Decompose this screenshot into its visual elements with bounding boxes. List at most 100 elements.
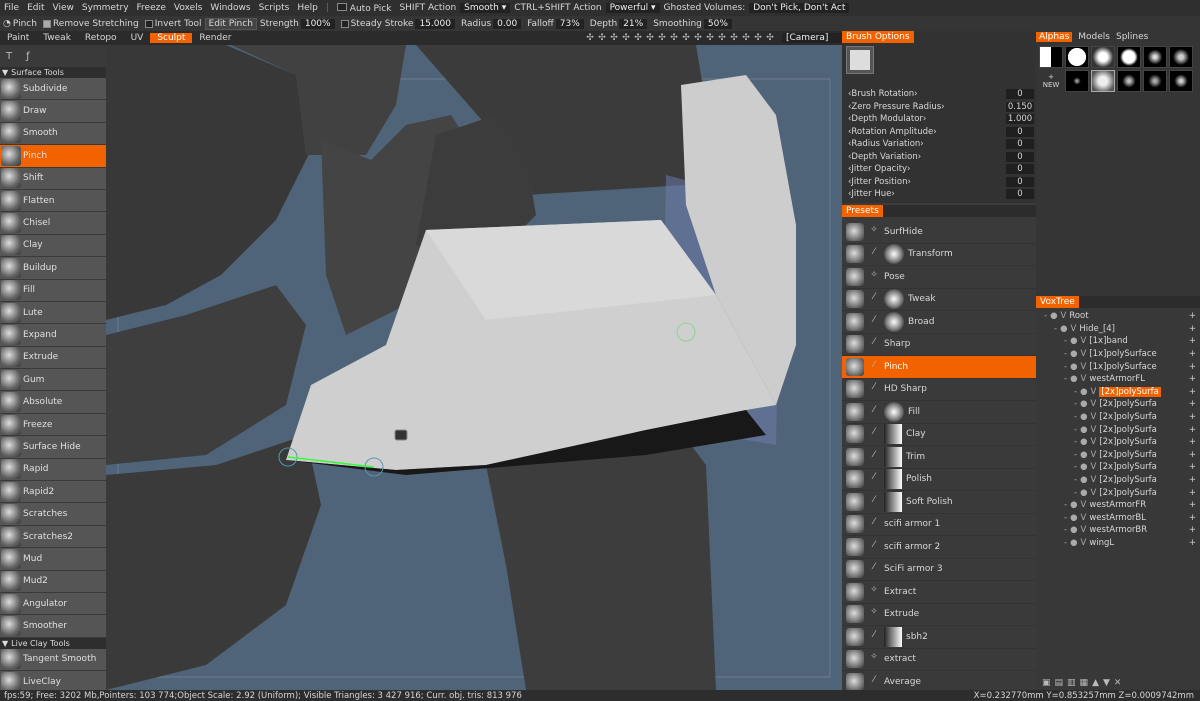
scale-icon[interactable]: ✣ <box>608 33 620 43</box>
text-tool-icon[interactable]: T <box>6 51 12 62</box>
layer-name[interactable]: Hide_[4] <box>1079 324 1115 334</box>
option-value[interactable]: 0 <box>1006 89 1034 100</box>
voxtree-item[interactable]: - ● V [2x]polySurfa + <box>1036 474 1200 487</box>
option-value[interactable]: 0 <box>1006 151 1034 162</box>
add-child-icon[interactable]: + <box>1189 349 1196 359</box>
merge-icon[interactable]: ▦ <box>1080 678 1089 688</box>
tool-gum[interactable]: Gum <box>0 369 106 392</box>
add-child-icon[interactable]: + <box>1189 525 1196 535</box>
tool-draw[interactable]: Draw <box>0 100 106 123</box>
layer-name[interactable]: [1x]polySurface <box>1089 349 1156 359</box>
tool-absolute[interactable]: Absolute <box>0 391 106 414</box>
add-child-icon[interactable]: + <box>1189 450 1196 460</box>
menu-freeze[interactable]: Freeze <box>133 3 170 13</box>
tool-lute[interactable]: Lute <box>0 301 106 325</box>
layer-name[interactable]: westArmorBR <box>1089 525 1147 535</box>
layer-name[interactable]: [2x]polySurfa <box>1099 437 1157 447</box>
add-child-icon[interactable]: + <box>1189 538 1196 548</box>
alpha-thumb[interactable] <box>1143 70 1167 92</box>
smoothing-slider[interactable]: Smoothing 50% <box>650 18 735 29</box>
layer-name[interactable]: [2x]polySurfa <box>1099 412 1157 422</box>
expand-icon[interactable]: - <box>1074 387 1077 397</box>
voxtree-item[interactable]: - ● VwestArmorBR + <box>1036 524 1200 537</box>
strength-slider[interactable]: Strength 100% <box>257 18 338 29</box>
visibility-eye-icon[interactable]: ● <box>1070 513 1077 523</box>
preset-broad[interactable]: ⁄ Broad <box>842 311 1036 334</box>
add-child-icon[interactable]: + <box>1189 374 1196 384</box>
light-icon[interactable]: ✣ <box>752 33 764 43</box>
add-child-icon[interactable]: + <box>1189 425 1196 435</box>
add-child-icon[interactable]: + <box>1189 324 1196 334</box>
brush-option-row[interactable]: ‹Jitter Opacity› 0 <box>842 163 1036 176</box>
invert-tool-checkbox[interactable]: Invert Tool <box>142 19 205 29</box>
layer-name[interactable]: [1x]polySurface <box>1089 362 1156 372</box>
expand-icon[interactable]: - <box>1074 488 1077 498</box>
tool-angulator[interactable]: Angulator <box>0 592 106 616</box>
reset-icon[interactable]: ✣ <box>644 33 656 43</box>
voxtree-header[interactable]: VoxTree <box>1036 296 1200 308</box>
tab-models[interactable]: Models <box>1078 32 1110 42</box>
visibility-eye-icon[interactable]: ● <box>1070 525 1077 535</box>
axis-icon[interactable]: ✣ <box>704 33 716 43</box>
layer-name[interactable]: Root <box>1069 311 1088 321</box>
visibility-eye-icon[interactable]: ● <box>1080 488 1087 498</box>
voxtree-item[interactable]: - ● VwestArmorBL + <box>1036 512 1200 525</box>
tool-shift[interactable]: Shift <box>0 167 106 190</box>
voxtree-item[interactable]: - ● VwestArmorFL + <box>1036 373 1200 386</box>
brush-option-row[interactable]: ‹Brush Rotation› 0 <box>842 88 1036 101</box>
tool-expand[interactable]: Expand <box>0 324 106 347</box>
radius-field[interactable]: Radius 0.00 <box>458 18 524 29</box>
layer-name[interactable]: [2x]polySurfa <box>1099 399 1157 409</box>
alpha-thumb[interactable] <box>1091 70 1115 92</box>
presets-header[interactable]: Presets <box>842 205 1036 217</box>
voxtree-item[interactable]: - ● V [1x]polySurface + <box>1036 360 1200 373</box>
tool-freeze[interactable]: Freeze <box>0 413 106 437</box>
option-value[interactable]: 0 <box>1006 176 1034 187</box>
alpha-thumb[interactable] <box>1065 70 1089 92</box>
current-tool[interactable]: ◔ Pinch <box>0 19 40 29</box>
layer-name[interactable]: wingL <box>1089 538 1114 548</box>
preset-extract[interactable]: ✧ extract <box>842 649 1036 671</box>
visibility-eye-icon[interactable]: ● <box>1080 399 1087 409</box>
visibility-eye-icon[interactable]: ● <box>1080 475 1087 485</box>
tool-smoother[interactable]: Smoother <box>0 615 106 638</box>
tool-pinch[interactable]: Pinch <box>0 145 106 168</box>
tab-retopo[interactable]: Retopo <box>78 33 124 43</box>
grid-icon[interactable]: ✣ <box>692 33 704 43</box>
expand-icon[interactable]: - <box>1074 425 1077 435</box>
preset-pose[interactable]: ✧ Pose <box>842 266 1036 289</box>
shade-icon[interactable]: ✣ <box>740 33 752 43</box>
preset-polish[interactable]: ⁄ Polish <box>842 469 1036 491</box>
tool-clay[interactable]: Clay <box>0 234 106 258</box>
voxtree-item[interactable]: - ● V [2x]polySurfa + <box>1036 461 1200 474</box>
layer-name[interactable]: [2x]polySurfa <box>1099 488 1157 498</box>
menu-voxels[interactable]: Voxels <box>170 3 206 13</box>
ctrl-shift-action-dropdown[interactable]: Powerful ▾ <box>605 3 660 13</box>
preset-fill[interactable]: ⁄ Fill <box>842 401 1036 424</box>
preset-scifi-armor-2[interactable]: ⁄ scifi armor 2 <box>842 536 1036 559</box>
expand-icon[interactable]: - <box>1044 311 1047 321</box>
brush-option-row[interactable]: ‹Zero Pressure Radius› 0.150 <box>842 101 1036 114</box>
expand-icon[interactable]: - <box>1074 462 1077 472</box>
preset-soft-polish[interactable]: ⁄ Soft Polish <box>842 491 1036 514</box>
voxtree-item[interactable]: - ● V Root + <box>1036 310 1200 323</box>
voxtree-item[interactable]: - ● V [1x]band + <box>1036 335 1200 348</box>
3d-viewport[interactable] <box>106 45 842 690</box>
expand-icon[interactable]: - <box>1064 525 1067 535</box>
render-icon[interactable]: ✣ <box>764 33 776 43</box>
visibility-eye-icon[interactable]: ● <box>1080 412 1087 422</box>
visibility-eye-icon[interactable]: ● <box>1080 437 1087 447</box>
preset-extrude[interactable]: ✧ Extrude <box>842 604 1036 626</box>
preset-sbh2[interactable]: ⁄ sbh2 <box>842 626 1036 649</box>
tool-scratches[interactable]: Scratches <box>0 503 106 526</box>
preset-hd-sharp[interactable]: ⁄ HD Sharp <box>842 379 1036 401</box>
brush-option-row[interactable]: ‹Depth Modulator› 1.000 <box>842 113 1036 126</box>
fit-icon[interactable]: ✣ <box>656 33 668 43</box>
menu-windows[interactable]: Windows <box>206 3 254 13</box>
preset-scifi-armor-3[interactable]: ⁄ SciFi armor 3 <box>842 559 1036 581</box>
wire-icon[interactable]: ✣ <box>716 33 728 43</box>
expand-icon[interactable]: - <box>1074 437 1077 447</box>
tool-smooth[interactable]: Smooth <box>0 122 106 146</box>
tab-sculpt[interactable]: Sculpt <box>150 33 193 43</box>
brush-option-row[interactable]: ‹Jitter Position› 0 <box>842 176 1036 189</box>
